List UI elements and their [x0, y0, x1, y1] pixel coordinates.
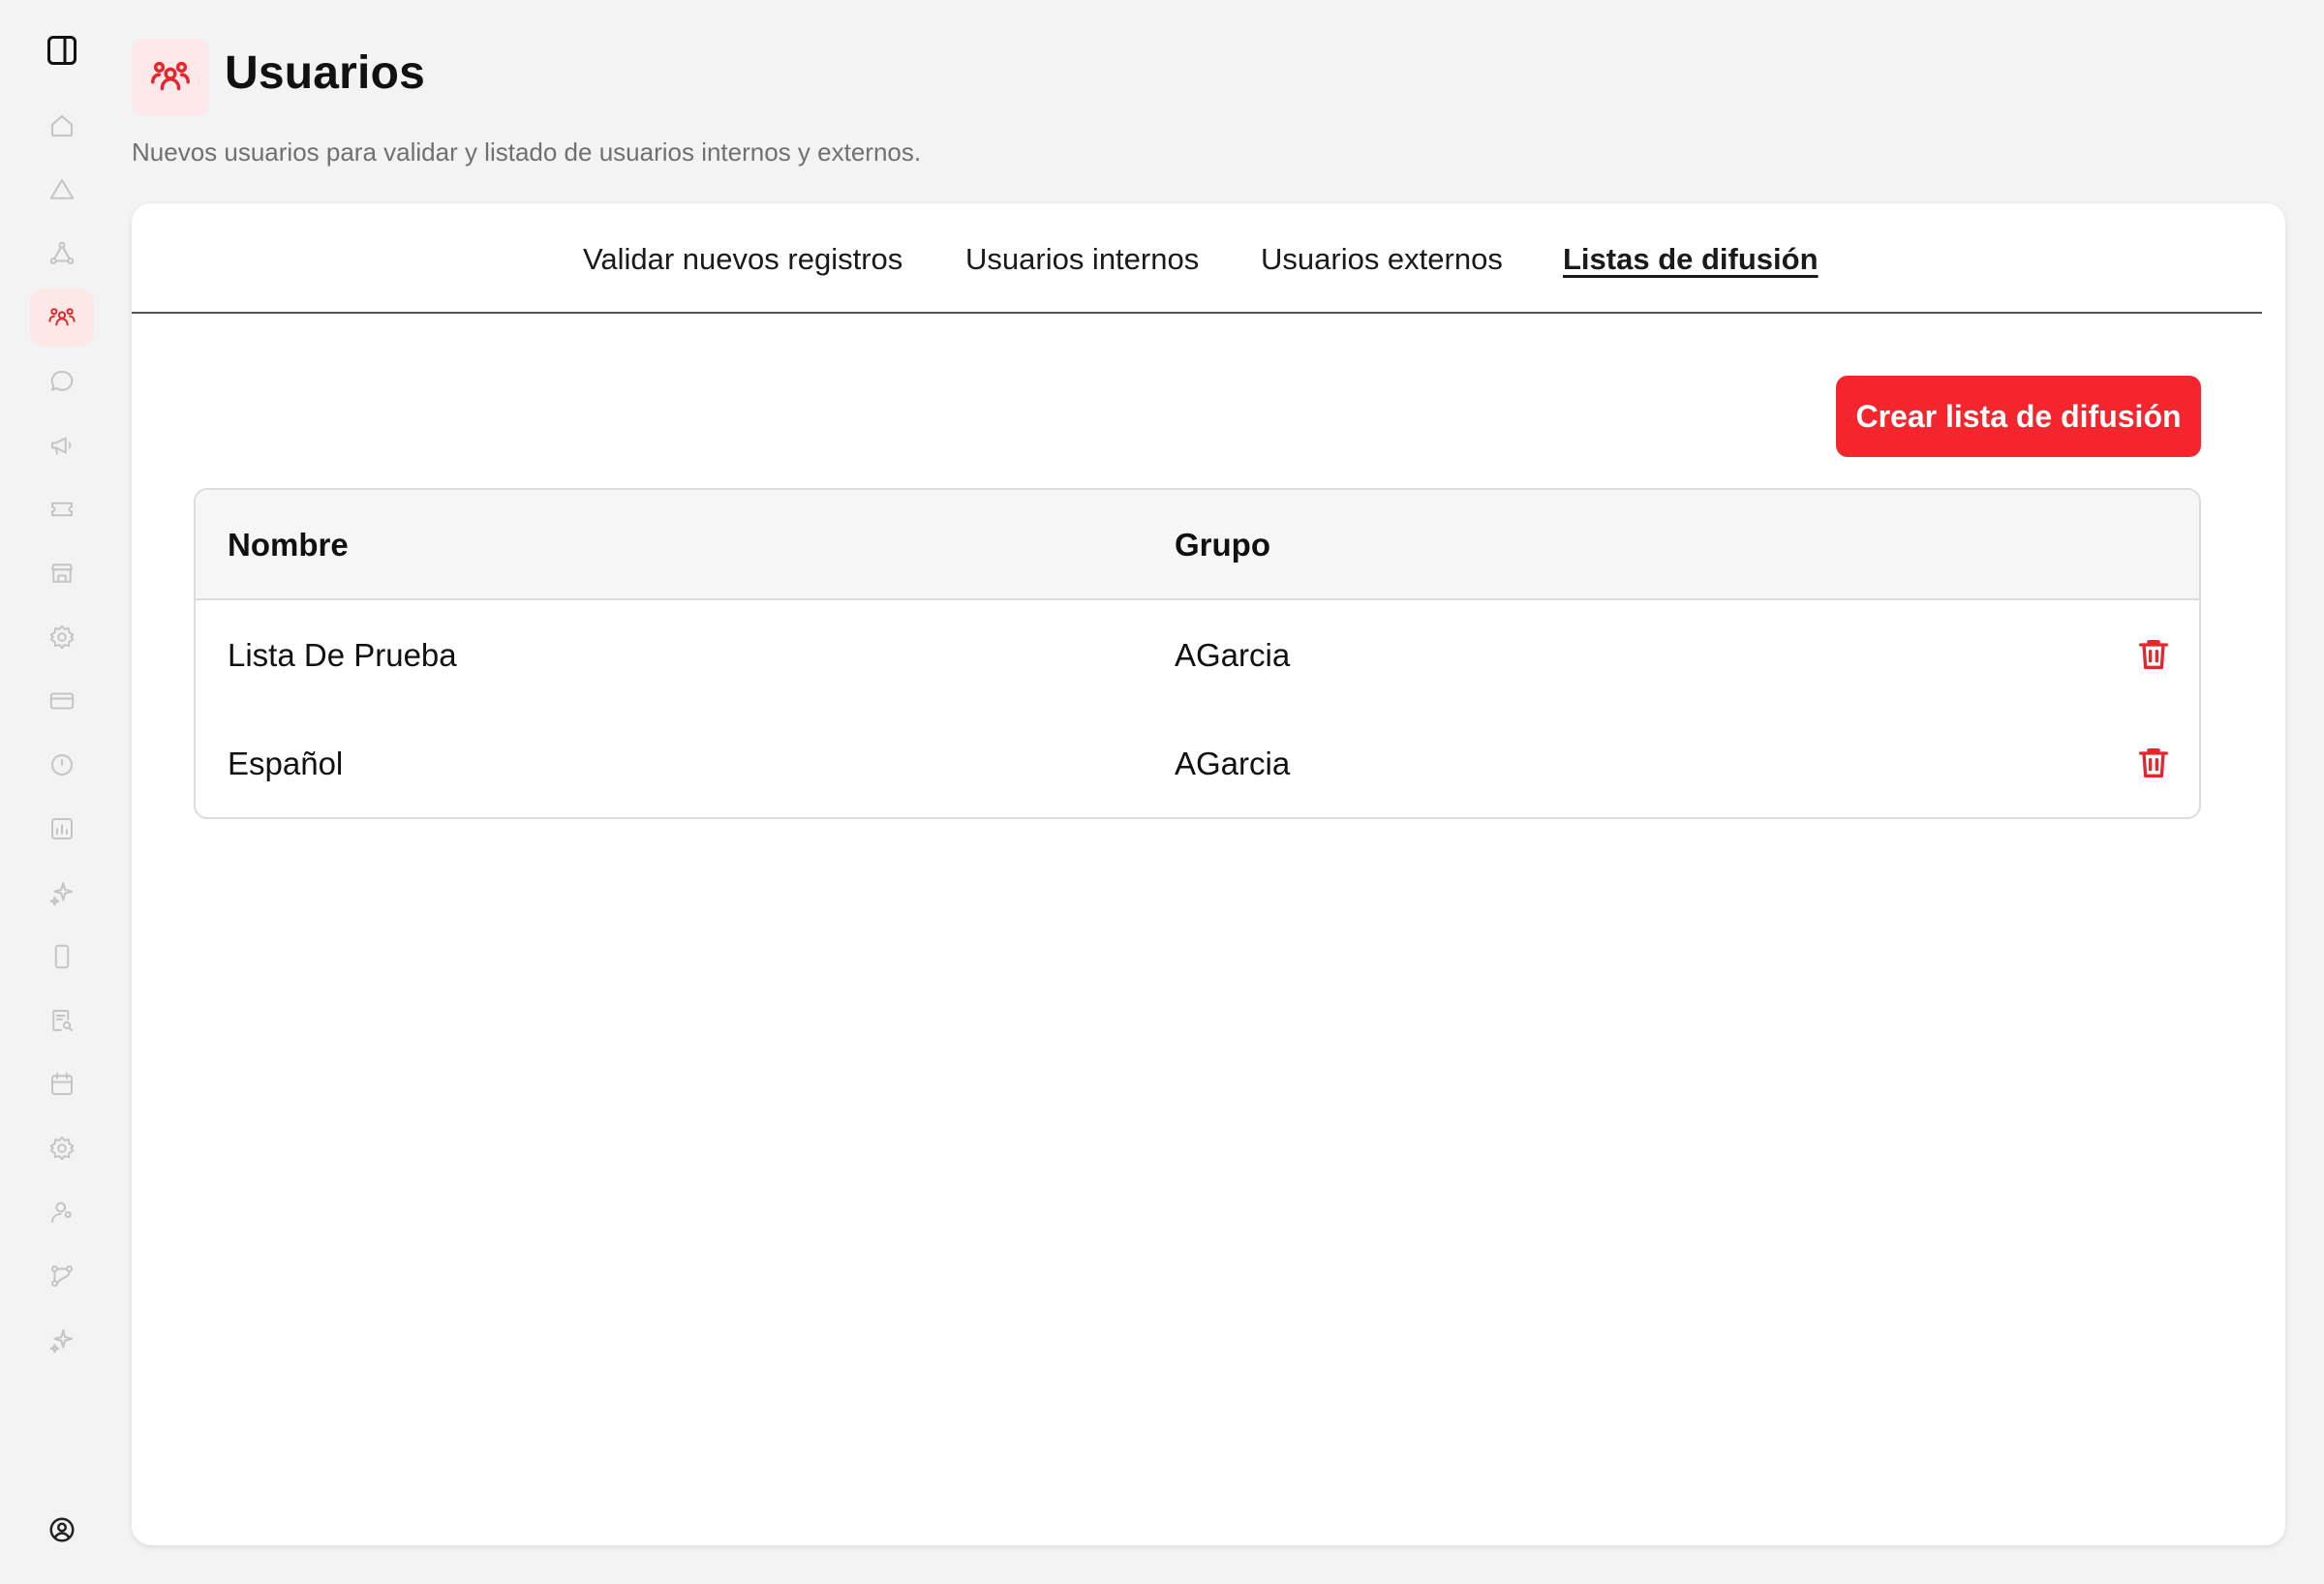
page-subtitle: Nuevos usuarios para validar y listado d…: [132, 137, 922, 167]
sidebar-item-configuration[interactable]: [30, 608, 94, 666]
sidebar-item-account[interactable]: [30, 1501, 94, 1559]
sparkle-icon: [49, 882, 73, 906]
ticket-icon: [51, 502, 73, 517]
sidebar-item-document-search[interactable]: [30, 991, 94, 1050]
sidebar-item-ai-2[interactable]: [30, 1311, 94, 1369]
sidebar-item-reports[interactable]: [30, 800, 94, 858]
profile-icon: [49, 1517, 75, 1542]
broadcast-lists-table: Nombre Grupo Lista De Prueba AGarcia Esp…: [194, 488, 2201, 819]
settings-icon: [49, 1136, 75, 1161]
sidebar-item-calendar[interactable]: [30, 1055, 94, 1113]
alert-triangle-icon: [49, 179, 75, 199]
sidebar-item-chat[interactable]: [30, 352, 94, 411]
sidebar-item-campaigns[interactable]: [30, 416, 94, 474]
shapes-icon: [49, 241, 75, 264]
sidebar-item-alerts[interactable]: [30, 161, 94, 219]
sidebar-item-history[interactable]: [30, 736, 94, 794]
sidebar-item-payments[interactable]: [30, 672, 94, 730]
sidebar-toggle-button[interactable]: [30, 21, 94, 79]
trash-icon: [2139, 748, 2168, 777]
chat-icon: [50, 370, 74, 391]
table-header: Nombre Grupo: [196, 490, 2199, 600]
tab-listas-de-difusion[interactable]: Listas de difusión: [1563, 242, 1819, 277]
sidebar-item-home[interactable]: [30, 97, 94, 155]
cell-grupo: AGarcia: [1175, 637, 1291, 673]
delete-row-button[interactable]: [2132, 633, 2175, 676]
sidebar-item-settings[interactable]: [30, 1119, 94, 1177]
tab-usuarios-internos[interactable]: Usuarios internos: [965, 242, 1199, 277]
home-icon: [51, 115, 73, 137]
store-icon: [51, 564, 73, 583]
card-icon: [49, 692, 75, 710]
column-header-grupo: Grupo: [1175, 527, 1270, 563]
create-broadcast-list-button[interactable]: Crear lista de difusión: [1836, 376, 2201, 457]
sidebar-item-shapes[interactable]: [30, 225, 94, 283]
flow-icon: [51, 1265, 73, 1287]
clock-icon: [51, 754, 73, 776]
sidebar: [0, 0, 124, 1584]
column-header-nombre: Nombre: [228, 527, 349, 563]
sidebar-toggle-icon: [47, 36, 76, 65]
sidebar-item-users[interactable]: [30, 289, 94, 347]
users-icon: [48, 308, 76, 326]
gear-icon: [49, 624, 75, 650]
sidebar-item-mobile[interactable]: [30, 928, 94, 986]
megaphone-icon: [51, 437, 72, 455]
cell-grupo: AGarcia: [1175, 746, 1291, 781]
sidebar-item-workflows[interactable]: [30, 1247, 94, 1305]
users-icon: [151, 61, 190, 91]
sidebar-item-profile-users[interactable]: [30, 1183, 94, 1241]
chart-icon: [51, 818, 73, 839]
sidebar-item-tickets[interactable]: [30, 480, 94, 538]
user-icon: [51, 1202, 72, 1223]
cell-nombre: Español: [228, 746, 344, 781]
phone-icon: [54, 944, 70, 969]
delete-row-button[interactable]: [2132, 742, 2175, 784]
table-row: Lista De Prueba AGarcia: [196, 600, 2199, 709]
document-search-icon: [52, 1010, 73, 1031]
calendar-icon: [51, 1072, 73, 1095]
tab-bar: Validar nuevos registros Usuarios intern…: [132, 203, 2262, 314]
sidebar-item-ai[interactable]: [30, 864, 94, 922]
sparkle-icon: [49, 1329, 73, 1354]
main-card: Validar nuevos registros Usuarios intern…: [132, 203, 2285, 1545]
page-title: Usuarios: [225, 47, 426, 99]
page-icon: [132, 39, 209, 116]
trash-icon: [2139, 640, 2168, 669]
cell-nombre: Lista De Prueba: [228, 637, 457, 673]
table-row: Español AGarcia: [196, 709, 2199, 817]
tab-usuarios-externos[interactable]: Usuarios externos: [1261, 242, 1503, 277]
tab-validar-nuevos-registros[interactable]: Validar nuevos registros: [583, 242, 902, 277]
sidebar-item-store[interactable]: [30, 544, 94, 602]
